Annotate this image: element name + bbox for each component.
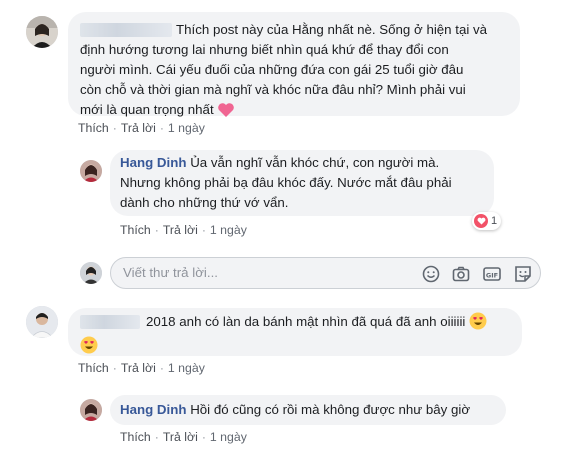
reply-input-placeholder: Viết thư trả lời...: [123, 265, 218, 280]
comment2-text-line1: 2018 anh có làn da bánh mật nhìn đã quá …: [146, 314, 466, 329]
comment2-bubble: 2018 anh có làn da bánh mật nhìn đã quá …: [68, 308, 522, 356]
reply2-text: Hồi đó cũng có rồi mà không được như bây…: [190, 402, 471, 417]
reply1-text-line1: Ủa vẫn nghĩ vẫn khóc chứ, con người mà.: [190, 155, 440, 170]
comment2-like-link[interactable]: Thích: [78, 361, 109, 375]
comment1-text-line2: định hướng tương lai nhưng biết nhìn quá…: [80, 42, 449, 57]
reply1-bubble: Hang Dinh Ủa vẫn nghĩ vẫn khóc chứ, con …: [110, 150, 494, 216]
svg-text:GIF: GIF: [486, 271, 498, 279]
current-user-avatar[interactable]: [80, 262, 102, 284]
comment1-text-line4: còn chỗ và thời gian mà nghĩ và khóc nữa…: [80, 82, 466, 97]
love-reaction-icon: [474, 214, 488, 228]
camera-icon[interactable]: [452, 265, 470, 283]
comment1-text-line3: người mình. Cái yếu đuối của những đứa c…: [80, 62, 464, 77]
reply1-like-link[interactable]: Thích: [120, 223, 151, 237]
reply1-reaction-count: 1: [491, 215, 498, 227]
comment2-actions: Thích · Trả lời · 1 ngày: [78, 361, 205, 375]
sticker-icon[interactable]: [514, 265, 532, 283]
comment1-text-line5: mới là quan trọng nhất: [80, 102, 214, 117]
gif-icon[interactable]: GIF: [483, 265, 501, 283]
reply1-timestamp[interactable]: 1 ngày: [210, 223, 247, 237]
heart-eyes-emoji-icon: [469, 312, 487, 336]
comment2-reply-link[interactable]: Trả lời: [121, 361, 156, 375]
comment1-reply-link[interactable]: Trả lời: [121, 121, 156, 135]
heart-eyes-emoji-icon: [80, 336, 98, 360]
reply1-text-line3: dành cho những thứ vớ vẩn.: [120, 195, 289, 210]
reply1-author[interactable]: Hang Dinh: [120, 155, 186, 170]
reply2-like-link[interactable]: Thích: [120, 430, 151, 444]
commenter1-avatar[interactable]: [26, 16, 58, 48]
reply-input[interactable]: Viết thư trả lời... GIF: [110, 257, 541, 289]
comment1-bubble: Thích post này của Hằng nhất nè. Sống ở …: [68, 12, 520, 117]
comment2-timestamp[interactable]: 1 ngày: [168, 361, 205, 375]
reply1-text-line2: Nhưng không phải bạ đâu khóc đấy. Nước m…: [120, 175, 452, 190]
comment1-timestamp[interactable]: 1 ngày: [168, 121, 205, 135]
reply2-bubble: Hang Dinh Hồi đó cũng có rồi mà không đư…: [110, 395, 506, 425]
reply2-actions: Thích · Trả lời · 1 ngày: [120, 430, 247, 444]
comment1-like-link[interactable]: Thích: [78, 121, 109, 135]
commenter2-avatar[interactable]: [26, 306, 58, 338]
reply1-actions: Thích · Trả lời · 1 ngày: [120, 223, 247, 237]
hang-dinh-avatar[interactable]: [80, 160, 102, 182]
reply1-reply-link[interactable]: Trả lời: [163, 223, 198, 237]
reply2-timestamp[interactable]: 1 ngày: [210, 430, 247, 444]
pink-heart-icon: [217, 102, 235, 124]
comment1-text-line1: Thích post này của Hằng nhất nè. Sống ở …: [176, 22, 488, 37]
reply1-reaction-badge[interactable]: 1: [472, 212, 502, 230]
redacted-name[interactable]: [80, 315, 140, 330]
hang-dinh-avatar[interactable]: [80, 399, 102, 421]
comment1-actions: Thích · Trả lời · 1 ngày: [78, 121, 205, 135]
smiley-icon[interactable]: [422, 265, 440, 283]
redacted-name[interactable]: [80, 23, 172, 38]
reply2-author[interactable]: Hang Dinh: [120, 402, 186, 417]
reply2-reply-link[interactable]: Trả lời: [163, 430, 198, 444]
